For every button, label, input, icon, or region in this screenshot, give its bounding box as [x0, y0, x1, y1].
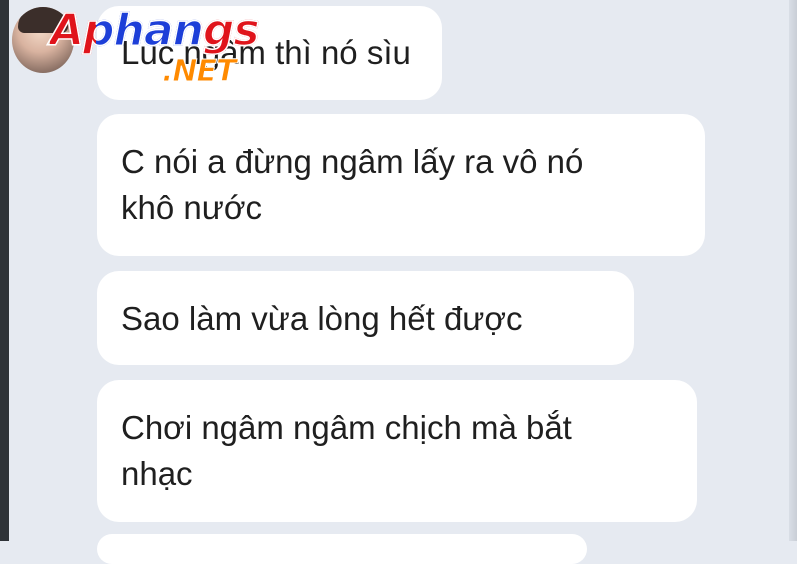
message-bubble-partial[interactable]	[97, 534, 587, 564]
sender-avatar[interactable]	[12, 7, 74, 73]
window-right-edge	[789, 0, 797, 541]
message-text: C nói a đừng ngâm lấy ra vô nó khô nước	[121, 143, 584, 226]
message-text: Lúc ngâm thì nó sìu	[121, 34, 411, 71]
message-bubble[interactable]: Lúc ngâm thì nó sìu	[97, 6, 442, 100]
message-text: Sao làm vừa lòng hết được	[121, 300, 523, 337]
message-bubble[interactable]: C nói a đừng ngâm lấy ra vô nó khô nước	[97, 114, 705, 256]
message-text: Chơi ngâm ngâm chịch mà bắt nhạc	[121, 409, 572, 492]
window-left-edge	[0, 0, 9, 541]
avatar-hair-shape	[18, 7, 68, 33]
message-bubble[interactable]: Chơi ngâm ngâm chịch mà bắt nhạc	[97, 380, 697, 522]
message-bubble[interactable]: Sao làm vừa lòng hết được	[97, 271, 634, 365]
